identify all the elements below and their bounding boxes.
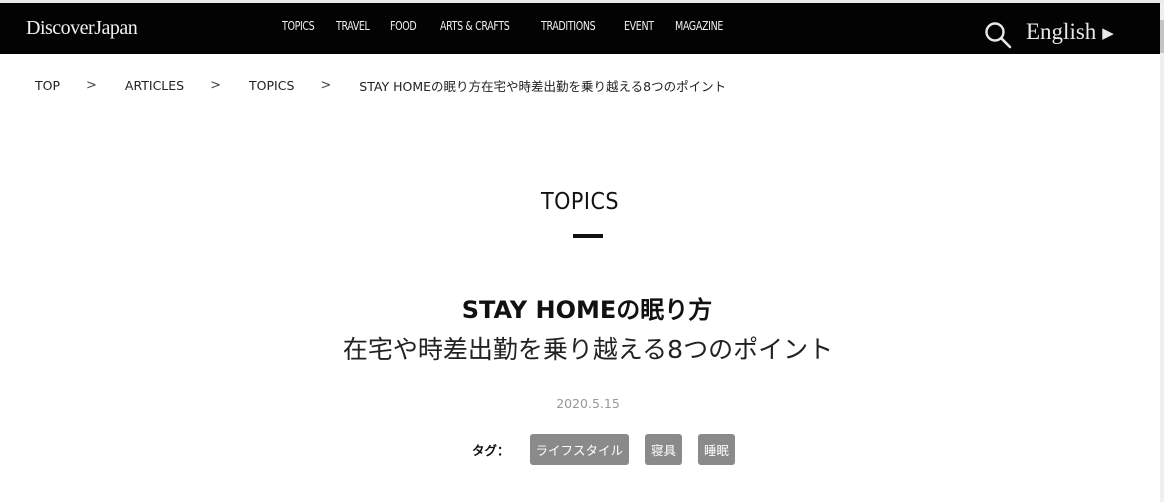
tag-lifestyle[interactable]: ライフスタイル: [529, 434, 630, 465]
nav-item-arts-crafts[interactable]: ARTS & CRAFTS: [440, 19, 510, 33]
tag-list: タグ： ライフスタイル 寝具 睡眠: [472, 434, 751, 465]
heading-underline: [573, 234, 603, 238]
tags-label: タグ：: [472, 443, 510, 458]
publish-date: 2020.5.15: [556, 396, 620, 411]
breadcrumb-separator: >: [86, 78, 97, 93]
play-arrow-icon: ▶: [1102, 25, 1114, 42]
language-switch[interactable]: English ▶: [1026, 19, 1114, 45]
tag-sleep[interactable]: 睡眠: [698, 434, 736, 465]
category-heading: TOPICS: [540, 189, 620, 215]
breadcrumb: TOP > ARTICLES > TOPICS > STAY HOMEの眠り方在…: [35, 76, 726, 95]
nav-item-food[interactable]: FOOD: [390, 19, 417, 33]
nav-item-travel[interactable]: TRAVEL: [336, 19, 370, 33]
article-subtitle: 在宅や時差出勤を乗り越える8つのポイント: [342, 335, 834, 364]
breadcrumb-separator: >: [210, 78, 222, 93]
language-label: English: [1026, 19, 1097, 44]
nav-item-traditions[interactable]: TRADITIONS: [541, 19, 596, 33]
tag-bedding[interactable]: 寝具: [645, 434, 683, 465]
vertical-scrollbar[interactable]: [1160, 3, 1164, 502]
search-icon[interactable]: [984, 21, 1012, 49]
nav-item-event[interactable]: EVENT: [624, 19, 654, 33]
breadcrumb-articles[interactable]: ARTICLES: [125, 78, 184, 93]
breadcrumb-current: STAY HOMEの眠り方在宅や時差出勤を乗り越える8つのポイント: [359, 79, 727, 94]
scrollbar-thumb[interactable]: [1160, 20, 1164, 53]
nav-item-magazine[interactable]: MAGAZINE: [675, 19, 723, 33]
nav-item-topics[interactable]: TOPICS: [282, 19, 315, 33]
breadcrumb-top[interactable]: TOP: [35, 78, 60, 93]
site-header: DiscoverJapan TOPICS TRAVEL FOOD ARTS & …: [0, 3, 1160, 54]
breadcrumb-topics[interactable]: TOPICS: [249, 78, 294, 93]
site-logo[interactable]: DiscoverJapan: [26, 17, 138, 40]
article-title: STAY HOMEの眠り方: [461, 296, 713, 324]
breadcrumb-separator: >: [320, 78, 332, 93]
